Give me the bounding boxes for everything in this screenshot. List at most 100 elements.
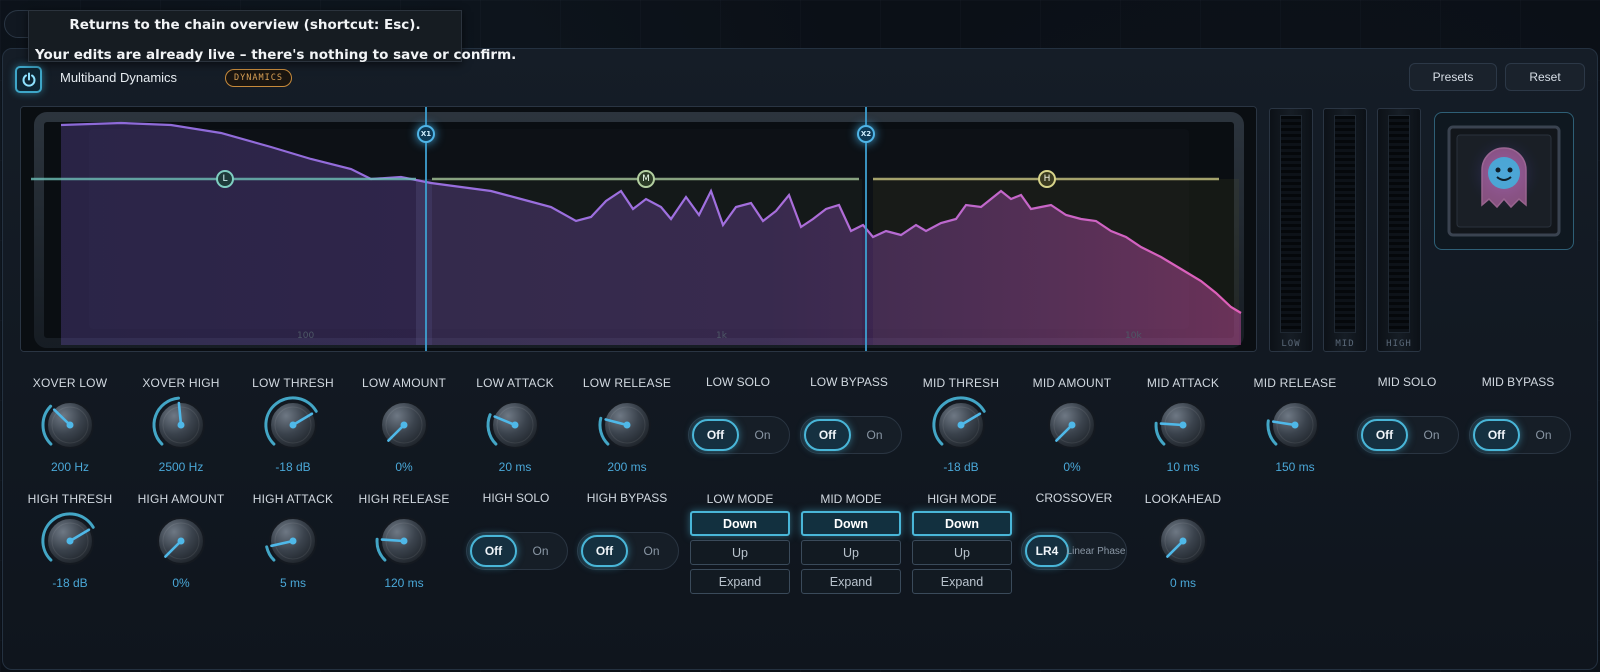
low-thresh-label: LOW THRESH — [252, 376, 334, 390]
low-thresh-value: -18 dB — [275, 460, 311, 474]
high-mode-down[interactable]: Down — [912, 511, 1012, 536]
crossover-lr4[interactable]: LR4 — [1025, 535, 1069, 567]
band-handle-high[interactable]: H — [1038, 170, 1056, 188]
high-mode-group: HIGH MODE Down Up Expand — [912, 491, 1012, 594]
low-attack-value: 20 ms — [498, 460, 532, 474]
low-bypass-off[interactable]: Off — [804, 419, 851, 451]
mid-amount-knob-icon[interactable] — [1040, 393, 1104, 457]
low-bypass-on[interactable]: On — [851, 419, 898, 451]
mid-mode-expand[interactable]: Expand — [801, 569, 901, 594]
low-attack-knob-icon[interactable] — [483, 393, 547, 457]
reset-button[interactable]: Reset — [1505, 63, 1585, 91]
back-tooltip: Returns to the chain overview (shortcut:… — [28, 10, 516, 63]
high-solo-off[interactable]: Off — [470, 535, 517, 567]
low-mode-down[interactable]: Down — [690, 511, 790, 536]
low-attack-label: LOW ATTACK — [476, 376, 554, 390]
mid-mode-label: MID MODE — [820, 492, 882, 506]
crossover-marker-high-label: X2 — [860, 130, 872, 138]
meter-high: HIGH — [1377, 108, 1421, 352]
plugin-title: Multiband Dynamics — [60, 70, 178, 85]
meter-mid: MID — [1323, 108, 1367, 352]
character-display — [1434, 112, 1574, 250]
meter-mid-slot — [1334, 115, 1356, 333]
low-thresh-knob[interactable]: LOW THRESH -18 dB — [238, 375, 348, 475]
high-bypass-label: HIGH BYPASS — [586, 491, 668, 505]
low-amount-knob-icon[interactable] — [372, 393, 436, 457]
mid-attack-knob-icon[interactable] — [1151, 393, 1215, 457]
mid-solo-toggle[interactable]: Off On — [1357, 416, 1459, 454]
high-amount-value: 0% — [172, 576, 190, 590]
presets-button[interactable]: Presets — [1409, 63, 1497, 91]
mid-attack-knob[interactable]: MID ATTACK 10 ms — [1128, 375, 1238, 475]
low-solo-label: LOW SOLO — [705, 375, 770, 389]
low-release-knob[interactable]: LOW RELEASE 200 ms — [572, 375, 682, 475]
low-solo-on[interactable]: On — [739, 419, 786, 451]
low-release-value: 200 ms — [607, 460, 647, 474]
high-bypass-off[interactable]: Off — [581, 535, 628, 567]
low-solo-toggle[interactable]: Off On — [688, 416, 790, 454]
lookahead-knob[interactable]: LOOKAHEAD 0 ms — [1128, 491, 1238, 591]
lookahead-value: 0 ms — [1169, 576, 1196, 590]
mid-thresh-knob-icon[interactable] — [929, 393, 993, 457]
band-handle-mid[interactable]: M — [637, 170, 655, 188]
low-mode-expand[interactable]: Expand — [690, 569, 790, 594]
mid-attack-label: MID ATTACK — [1146, 376, 1220, 390]
crossover-type-toggle[interactable]: LR4 Linear Phase — [1021, 532, 1127, 570]
mid-mode-down[interactable]: Down — [801, 511, 901, 536]
band-handle-low[interactable]: L — [216, 170, 234, 188]
spectrum-graph[interactable]: X1 X2 L M H 100 1k 10k — [20, 106, 1257, 352]
xover-high-knob[interactable]: XOVER HIGH 2500 Hz — [126, 375, 236, 475]
low-thresh-knob-icon[interactable] — [261, 393, 325, 457]
xover-high-knob-icon[interactable] — [149, 393, 213, 457]
high-attack-label: HIGH ATTACK — [252, 492, 334, 506]
high-thresh-knob-icon[interactable] — [38, 509, 102, 573]
low-solo-off[interactable]: Off — [692, 419, 739, 451]
high-release-knob-icon[interactable] — [372, 509, 436, 573]
crossover-linear-phase[interactable]: Linear Phase — [1067, 535, 1126, 567]
meter-low-label: LOW — [1281, 339, 1301, 349]
mid-bypass-toggle[interactable]: Off On — [1469, 416, 1571, 454]
high-release-label: HIGH RELEASE — [358, 492, 450, 506]
mid-mode-up[interactable]: Up — [801, 540, 901, 565]
high-attack-knob[interactable]: HIGH ATTACK 5 ms — [238, 491, 348, 591]
meter-low: LOW — [1269, 108, 1313, 352]
freq-tick-100: 100 — [297, 331, 315, 341]
mid-solo-label: MID SOLO — [1377, 375, 1437, 389]
xover-low-label: XOVER LOW — [32, 376, 108, 390]
mid-bypass-off[interactable]: Off — [1473, 419, 1520, 451]
high-mode-expand[interactable]: Expand — [912, 569, 1012, 594]
mid-thresh-knob[interactable]: MID THRESH -18 dB — [906, 375, 1016, 475]
mid-release-knob[interactable]: MID RELEASE 150 ms — [1240, 375, 1350, 475]
high-thresh-knob[interactable]: HIGH THRESH -18 dB — [15, 491, 125, 591]
high-release-knob[interactable]: HIGH RELEASE 120 ms — [349, 491, 459, 591]
high-solo-on[interactable]: On — [517, 535, 564, 567]
high-amount-knob[interactable]: HIGH AMOUNT 0% — [126, 491, 236, 591]
low-amount-value: 0% — [395, 460, 413, 474]
lookahead-label: LOOKAHEAD — [1144, 492, 1222, 506]
mid-release-knob-icon[interactable] — [1263, 393, 1327, 457]
mid-solo-on[interactable]: On — [1408, 419, 1455, 451]
mid-solo-off[interactable]: Off — [1361, 419, 1408, 451]
xover-low-knob[interactable]: XOVER LOW 200 Hz — [15, 375, 125, 475]
crossover-marker-high[interactable]: X2 — [857, 125, 875, 143]
spectrum-svg — [21, 107, 1256, 351]
high-mode-up[interactable]: Up — [912, 540, 1012, 565]
high-solo-toggle[interactable]: Off On — [466, 532, 568, 570]
crossover-marker-low[interactable]: X1 — [417, 125, 435, 143]
high-bypass-on[interactable]: On — [628, 535, 675, 567]
mid-amount-knob[interactable]: MID AMOUNT 0% — [1017, 375, 1127, 475]
lookahead-knob-icon[interactable] — [1151, 509, 1215, 573]
low-bypass-toggle[interactable]: Off On — [800, 416, 902, 454]
high-attack-knob-icon[interactable] — [261, 509, 325, 573]
low-release-knob-icon[interactable] — [595, 393, 659, 457]
power-button[interactable] — [15, 66, 42, 93]
high-bypass-toggle[interactable]: Off On — [577, 532, 679, 570]
xover-low-knob-icon[interactable] — [38, 393, 102, 457]
low-amount-knob[interactable]: LOW AMOUNT 0% — [349, 375, 459, 475]
low-attack-knob[interactable]: LOW ATTACK 20 ms — [460, 375, 570, 475]
low-mode-up[interactable]: Up — [690, 540, 790, 565]
high-amount-knob-icon[interactable] — [149, 509, 213, 573]
meter-high-label: HIGH — [1386, 339, 1412, 349]
mid-bypass-on[interactable]: On — [1520, 419, 1567, 451]
mid-bypass-label: MID BYPASS — [1481, 375, 1555, 389]
